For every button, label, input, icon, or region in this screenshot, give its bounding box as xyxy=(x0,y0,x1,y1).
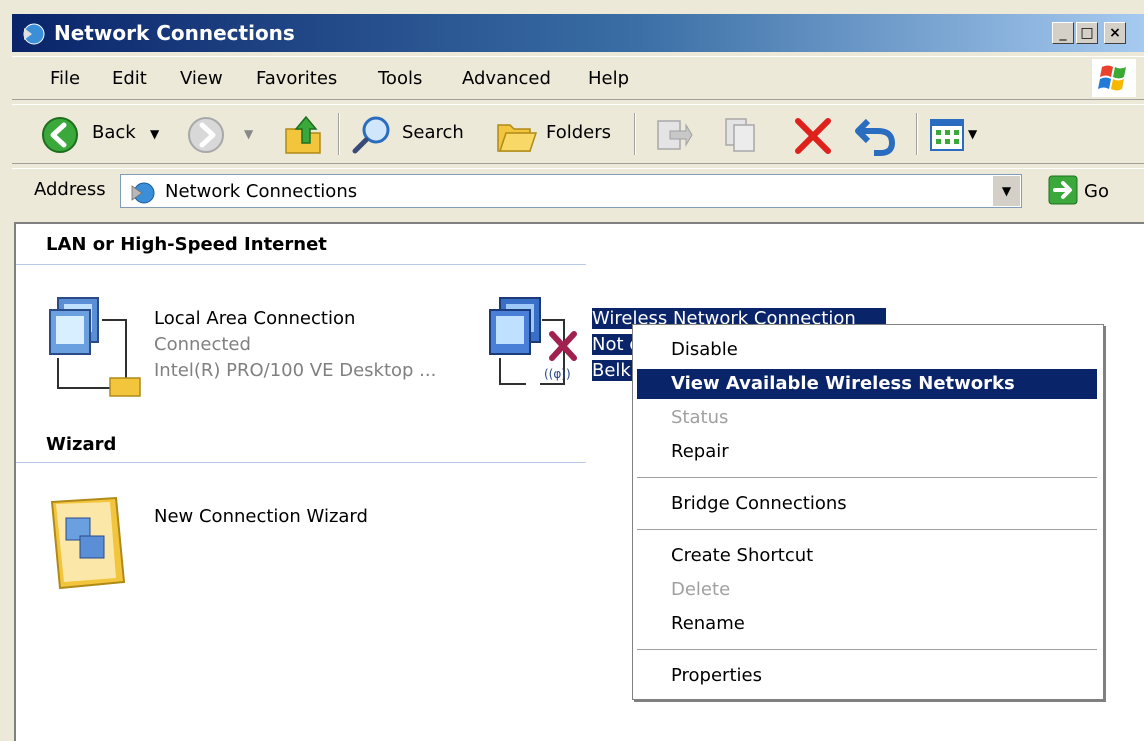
context-menu-view-wireless-networks[interactable]: View Available Wireless Networks xyxy=(637,369,1097,399)
context-menu-status[interactable]: Status xyxy=(637,403,1097,433)
explorer-window: Network Connections _ □ × File Edit View… xyxy=(0,0,1144,741)
toolbar-separator xyxy=(634,113,636,155)
wireless-connection-icon: ((φ)) xyxy=(489,297,577,385)
menu-item-label: Delete xyxy=(671,579,731,600)
menu-item-label: Status xyxy=(671,407,729,428)
copy-to-icon[interactable] xyxy=(722,115,764,155)
menu-bar: File Edit View Favorites Tools Advanced … xyxy=(12,56,1144,100)
title-bar[interactable]: Network Connections _ □ × xyxy=(12,14,1144,52)
menu-item-label: Rename xyxy=(671,613,745,634)
back-dropdown[interactable]: ▼ xyxy=(150,127,159,141)
back-icon[interactable] xyxy=(40,115,80,155)
address-value: Network Connections xyxy=(165,181,358,202)
move-to-icon[interactable] xyxy=(652,115,694,155)
lan-connection-status: Connected xyxy=(154,334,251,355)
forward-icon[interactable] xyxy=(186,115,226,155)
menu-item-label: Bridge Connections xyxy=(671,493,847,514)
back-button-label[interactable]: Back xyxy=(92,122,136,143)
menu-separator xyxy=(637,649,1097,650)
address-bar: Address Network Connections ▼ Go xyxy=(12,168,1144,212)
minimize-button[interactable]: _ xyxy=(1052,22,1074,44)
folders-icon[interactable] xyxy=(496,115,540,155)
group-header-wizard: Wizard xyxy=(46,434,117,455)
context-menu-properties[interactable]: Properties xyxy=(637,661,1097,691)
search-button-label[interactable]: Search xyxy=(402,122,464,143)
menu-favorites[interactable]: Favorites xyxy=(256,68,337,89)
toolbar-separator xyxy=(338,113,340,155)
context-menu-create-shortcut[interactable]: Create Shortcut xyxy=(637,541,1097,571)
views-icon[interactable] xyxy=(930,119,964,151)
svg-text:((φ)): ((φ)) xyxy=(544,367,571,381)
menu-item-label: View Available Wireless Networks xyxy=(671,373,1015,394)
context-menu: Disable View Available Wireless Networks… xyxy=(632,324,1104,700)
address-label: Address xyxy=(34,179,106,200)
go-button-label[interactable]: Go xyxy=(1084,181,1109,202)
menu-separator xyxy=(637,477,1097,478)
forward-dropdown[interactable]: ▼ xyxy=(244,127,253,141)
context-menu-repair[interactable]: Repair xyxy=(637,437,1097,467)
menu-item-label: Create Shortcut xyxy=(671,545,814,566)
menu-view[interactable]: View xyxy=(180,68,223,89)
menu-file[interactable]: File xyxy=(50,68,80,89)
maximize-button[interactable]: □ xyxy=(1076,22,1098,44)
wizard-name: New Connection Wizard xyxy=(154,506,368,527)
context-menu-rename[interactable]: Rename xyxy=(637,609,1097,639)
lan-connection-name: Local Area Connection xyxy=(154,308,356,329)
network-connections-icon xyxy=(131,182,155,204)
views-dropdown[interactable]: ▼ xyxy=(968,127,977,141)
menu-edit[interactable]: Edit xyxy=(112,68,147,89)
up-folder-icon[interactable] xyxy=(282,111,324,157)
menu-tools[interactable]: Tools xyxy=(378,68,422,89)
context-menu-bridge-connections[interactable]: Bridge Connections xyxy=(637,489,1097,519)
address-dropdown-button[interactable]: ▼ xyxy=(992,176,1020,206)
toolbar-separator xyxy=(916,113,918,155)
network-connections-icon xyxy=(23,23,45,45)
close-button[interactable]: × xyxy=(1104,22,1126,44)
lan-connection-device: Intel(R) PRO/100 VE Desktop ... xyxy=(154,360,437,381)
address-input[interactable]: Network Connections ▼ xyxy=(120,174,1022,208)
wizard-icon xyxy=(50,496,126,590)
menu-item-label: Disable xyxy=(671,339,738,360)
context-menu-disable[interactable]: Disable xyxy=(637,335,1097,365)
group-divider xyxy=(16,264,586,265)
delete-icon[interactable] xyxy=(792,115,834,157)
go-icon[interactable] xyxy=(1048,175,1078,205)
search-icon[interactable] xyxy=(350,113,394,157)
menu-advanced[interactable]: Advanced xyxy=(462,68,551,89)
standard-toolbar: Back ▼ ▼ Search Folders ▼ xyxy=(12,104,1144,164)
menu-item-label: Properties xyxy=(671,665,762,686)
windows-logo-icon xyxy=(1092,59,1136,97)
group-header-lan: LAN or High-Speed Internet xyxy=(46,234,327,255)
lan-connection-icon xyxy=(49,297,141,397)
undo-icon[interactable] xyxy=(854,113,898,157)
menu-separator xyxy=(637,529,1097,530)
window-title: Network Connections xyxy=(54,21,295,45)
menu-help[interactable]: Help xyxy=(588,68,629,89)
group-divider xyxy=(16,462,586,463)
context-menu-delete[interactable]: Delete xyxy=(637,575,1097,605)
folders-button-label[interactable]: Folders xyxy=(546,122,611,143)
menu-item-label: Repair xyxy=(671,441,729,462)
